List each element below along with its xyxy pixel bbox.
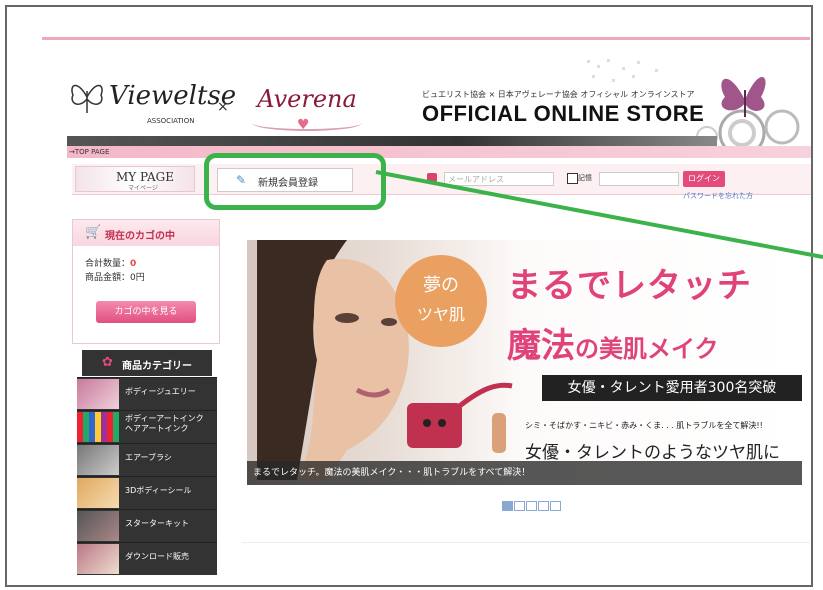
header-pink-bar (67, 146, 811, 158)
category-thumbnail (77, 445, 119, 475)
remember-checkbox[interactable] (567, 173, 578, 184)
category-label: ボディーアートインク ヘアアートインク (125, 414, 204, 433)
header-band (67, 136, 717, 146)
promo-banner[interactable]: 夢の ツヤ肌 まるでレタッチ 魔法の美肌メイク 女優・タレント愛用者300名突破… (247, 240, 802, 485)
banner-headline1: まるでレタッチ (507, 266, 752, 306)
heart-icon: ♥ (297, 117, 310, 133)
password-input[interactable] (599, 172, 679, 186)
cart-count-value: 0 (130, 259, 137, 269)
cart-amount-value: 0円 (130, 273, 145, 283)
register-highlight-box (204, 153, 386, 210)
email-input[interactable]: メールアドレス (444, 172, 554, 186)
badge-line2: ツヤ肌 (416, 305, 465, 324)
mypage-label: MY PAGE (116, 170, 175, 184)
lock-icon (427, 173, 437, 182)
averena-text: Averena (257, 85, 357, 113)
category-header: ✿ 商品カテゴリー (82, 350, 212, 376)
slider-dot-1[interactable] (502, 501, 513, 511)
cart-count-label: 合計数量： (85, 259, 131, 269)
category-thumbnail (77, 478, 119, 508)
cart-count: 合計数量：0 (85, 256, 136, 269)
content-divider (242, 542, 810, 543)
association-text: ASSOCIATION (147, 117, 195, 125)
category-thumbnail (77, 379, 119, 409)
banner-caption: まるでレタッチ。魔法の美肌メイク・・・肌トラブルをすべて解決！ (247, 461, 802, 485)
category-item-body-jewelry[interactable]: ボディージュエリー (77, 377, 217, 410)
category-item-3d-body-seal[interactable]: 3Dボディーシール (77, 476, 217, 509)
screenshot-frame: Vieweltse ASSOCIATION × Averena ♥ ビュエリスト… (5, 5, 813, 587)
slider-dot-2[interactable] (514, 501, 525, 511)
slider-pagination (502, 496, 562, 515)
cart-amount-label: 商品金額： (85, 273, 131, 283)
cart-amount: 商品金額：0円 (85, 270, 145, 283)
category-title: 商品カテゴリー (122, 361, 192, 372)
banner-black-bar: 女優・タレント愛用者300名突破 (542, 375, 802, 401)
banner-headline3: 女優・タレントのようなツヤ肌に (525, 443, 780, 463)
mypage-sub-label: マイページ (128, 185, 158, 192)
category-item-starter-kit[interactable]: スターターキット (77, 509, 217, 542)
login-button[interactable]: ログイン (683, 171, 725, 187)
cart-icon: 🛒 (85, 225, 102, 240)
banner-headline2: 魔法の美肌メイク (507, 318, 719, 367)
logo-times: × (217, 99, 229, 115)
cart-header: 🛒 現在のカゴの中 (73, 220, 219, 246)
badge-line1: 夢の (423, 275, 459, 296)
site-logo[interactable]: Vieweltse ASSOCIATION × Averena ♥ (67, 77, 407, 137)
view-cart-button[interactable]: カゴの中を見る (96, 301, 196, 323)
top-page-link[interactable]: →TOP PAGE (69, 146, 109, 158)
category-thumbnail (77, 511, 119, 541)
mypage-button[interactable]: MY PAGE マイページ (75, 166, 195, 192)
category-label: ダウンロード販売 (125, 552, 189, 561)
category-thumbnail (77, 544, 119, 574)
forgot-password-link[interactable]: パスワードを忘れた方 (683, 191, 753, 201)
category-label: エアーブラシ (125, 453, 172, 462)
category-item-airbrush[interactable]: エアーブラシ (77, 443, 217, 476)
vieweltse-logo: Vieweltse (67, 77, 236, 117)
category-item-download[interactable]: ダウンロード販売 (77, 542, 217, 575)
badge-circle: 夢の ツヤ肌 (395, 255, 487, 347)
banner-headline2-big: 魔法 (507, 326, 575, 366)
flower-icon: ✿ (102, 355, 113, 370)
category-item-body-art-ink[interactable]: ボディーアートインク ヘアアートインク (77, 410, 217, 443)
category-label: 3Dボディーシール (125, 486, 192, 495)
category-label: ボディージュエリー (125, 387, 196, 396)
category-thumbnail (77, 412, 119, 442)
slider-dot-5[interactable] (550, 501, 561, 511)
averena-logo: Averena ♥ (242, 85, 372, 133)
remember-label: 記憶 (578, 174, 592, 182)
slider-dot-3[interactable] (526, 501, 537, 511)
slider-dot-4[interactable] (538, 501, 549, 511)
top-divider (42, 37, 810, 40)
banner-small-text: シミ・そばかす・ニキビ・赤み・くま. . . 肌トラブルを全て解決!! (525, 421, 763, 430)
butterfly-icon (71, 84, 103, 113)
airbrush-device-image (407, 382, 513, 453)
cart-box: 🛒 現在のカゴの中 合計数量：0 商品金額：0円 カゴの中を見る (72, 219, 220, 344)
banner-headline2-rest: の美肌メイク (575, 335, 719, 363)
category-label: スターターキット (125, 519, 189, 528)
cart-title: 現在のカゴの中 (105, 231, 175, 242)
